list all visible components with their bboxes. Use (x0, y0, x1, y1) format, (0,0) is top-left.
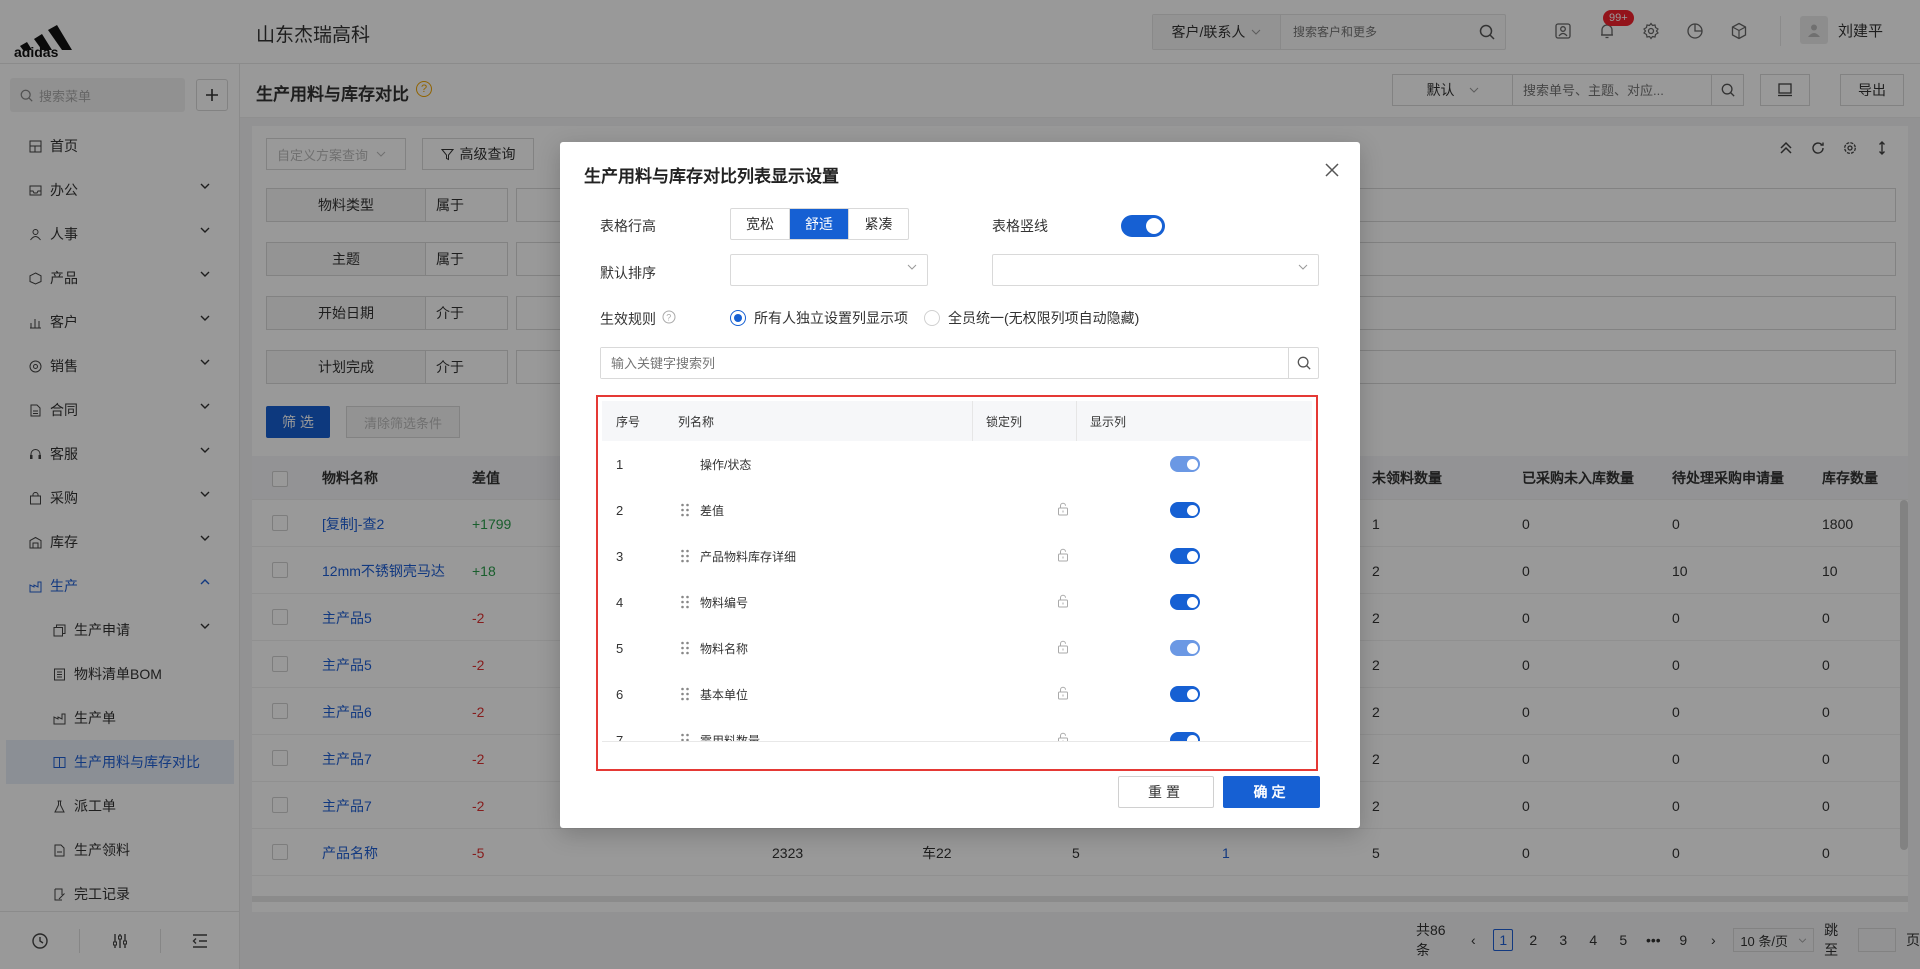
drag-handle-icon[interactable] (680, 503, 690, 517)
show-column-toggle[interactable] (1170, 686, 1200, 702)
chevron-down-icon (907, 264, 917, 270)
column-row: 5 物料名称 (602, 625, 1312, 671)
column-row: 1 操作/状态 (602, 441, 1312, 487)
col-header-name: 列名称 (678, 414, 715, 429)
column-list: 1 操作/状态 2 差值 3 产品物料库存详细 4 物料编号 5 物料名称 6 基本单位 7 需用料数量 (602, 441, 1312, 741)
show-column-toggle[interactable] (1170, 548, 1200, 564)
column-name: 物料名称 (700, 641, 749, 656)
vertical-lines-label: 表格竖线 (992, 218, 1048, 234)
chevron-down-icon (1298, 264, 1308, 270)
drag-handle-icon[interactable] (680, 733, 690, 741)
unlock-icon[interactable] (1057, 502, 1069, 516)
default-sort-field-select[interactable] (730, 254, 928, 286)
column-row: 7 需用料数量 (602, 717, 1312, 741)
column-search (600, 347, 1319, 379)
row-height-option-compact[interactable]: 紧凑 (849, 209, 908, 239)
column-num: 4 (616, 594, 624, 610)
col-header-show: 显示列 (1090, 414, 1127, 429)
column-list-header: 序号 列名称 锁定列 显示列 (602, 401, 1312, 441)
column-name: 基本单位 (700, 687, 749, 702)
svg-text:?: ? (666, 313, 671, 323)
show-column-toggle[interactable] (1170, 456, 1200, 472)
show-column-toggle[interactable] (1170, 732, 1200, 741)
default-sort-label: 默认排序 (600, 265, 656, 281)
column-search-button[interactable] (1288, 348, 1318, 378)
column-list-highlight: 序号 列名称 锁定列 显示列 1 操作/状态 2 差值 3 产品物料库存详细 4 物料编号 5 物… (596, 395, 1318, 771)
unlock-icon[interactable] (1057, 640, 1069, 654)
column-row: 3 产品物料库存详细 (602, 533, 1312, 579)
radio-dot (730, 310, 746, 326)
column-name: 物料编号 (700, 595, 749, 610)
column-name: 需用料数量 (700, 733, 761, 742)
radio-dot (924, 310, 940, 326)
column-settings-dialog: 生产用料与库存对比列表显示设置 表格行高 宽松 舒适 紧凑 表格竖线 默认排序 … (560, 142, 1360, 828)
unlock-icon[interactable] (1057, 732, 1069, 741)
row-height-option-comfortable[interactable]: 舒适 (790, 209, 849, 239)
reset-button[interactable]: 重置 (1118, 776, 1214, 808)
column-num: 2 (616, 502, 624, 518)
col-header-lock: 锁定列 (986, 414, 1023, 429)
unlock-icon[interactable] (1057, 548, 1069, 562)
column-num: 1 (616, 456, 624, 472)
unlock-icon[interactable] (1057, 594, 1069, 608)
show-column-toggle[interactable] (1170, 640, 1200, 656)
drag-handle-icon[interactable] (680, 549, 690, 563)
column-name: 产品物料库存详细 (700, 549, 797, 564)
drag-handle-icon[interactable] (680, 595, 690, 609)
search-icon (1297, 356, 1311, 370)
confirm-button[interactable]: 确定 (1223, 776, 1320, 808)
rule-option-individual[interactable]: 所有人独立设置列显示项 (730, 308, 908, 328)
col-header-num: 序号 (616, 414, 641, 429)
show-column-toggle[interactable] (1170, 502, 1200, 518)
vertical-lines-toggle[interactable] (1121, 215, 1165, 237)
dialog-title: 生产用料与库存对比列表显示设置 (584, 167, 839, 186)
column-row: 4 物料编号 (602, 579, 1312, 625)
rule-option-label: 所有人独立设置列显示项 (754, 310, 908, 326)
column-divider (972, 401, 973, 441)
column-num: 6 (616, 686, 624, 702)
close-icon (1325, 163, 1339, 177)
row-height-label: 表格行高 (600, 218, 656, 234)
row-height-segmented: 宽松 舒适 紧凑 (730, 208, 909, 240)
column-search-input[interactable] (601, 348, 1288, 378)
question-icon[interactable]: ? (662, 310, 676, 324)
column-num: 3 (616, 548, 624, 564)
column-row: 6 基本单位 (602, 671, 1312, 717)
column-name: 差值 (700, 503, 725, 518)
unlock-icon[interactable] (1057, 686, 1069, 700)
row-height-option-loose[interactable]: 宽松 (731, 209, 790, 239)
rule-label: 生效规则 (600, 311, 656, 327)
column-divider (1076, 401, 1077, 441)
rule-option-unified[interactable]: 全员统一(无权限列项自动隐藏) (924, 308, 1139, 328)
column-row: 2 差值 (602, 487, 1312, 533)
column-list-footer-line (602, 741, 1312, 742)
column-num: 5 (616, 640, 624, 656)
drag-handle-icon[interactable] (680, 641, 690, 655)
close-button[interactable] (1320, 158, 1344, 182)
drag-handle-icon[interactable] (680, 687, 690, 701)
default-sort-order-select[interactable] (992, 254, 1319, 286)
rule-option-label: 全员统一(无权限列项自动隐藏) (948, 310, 1140, 326)
column-name: 操作/状态 (700, 457, 752, 472)
show-column-toggle[interactable] (1170, 594, 1200, 610)
column-num: 7 (616, 732, 624, 742)
